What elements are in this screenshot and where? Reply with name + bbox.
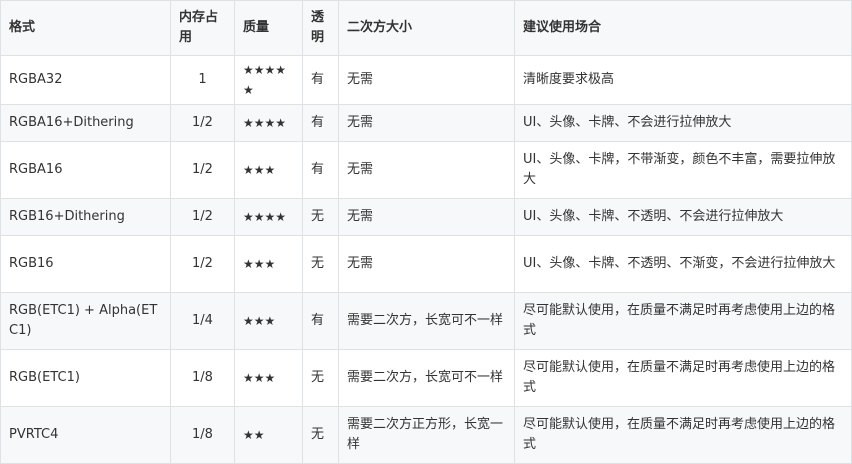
cell-power-of-two: 无需 [338, 198, 515, 236]
cell-format: RGBA16+Dithering [0, 104, 171, 142]
table-header-row: 格式 内存占用 质量 透明 二次方大小 建议使用场合 [0, 0, 852, 56]
cell-power-of-two: 需要二次方，长宽可不一样 [338, 292, 515, 350]
cell-format: RGBA16 [0, 141, 171, 199]
cell-power-of-two: 无需 [338, 235, 515, 293]
cell-quality: ★★★ [234, 141, 303, 199]
table-row: RGB16 1/2 ★★★ 无 无需 UI、头像、卡牌、不透明、不渐变，不会进行… [0, 235, 852, 293]
cell-memory: 1/2 [170, 235, 235, 293]
cell-memory: 1/2 [170, 104, 235, 142]
cell-quality: ★★★ [234, 349, 303, 407]
cell-recommended-use: UI、头像、卡牌、不透明、不渐变，不会进行拉伸放大 [514, 235, 852, 293]
cell-recommended-use: 尽可能默认使用，在质量不满足时再考虑使用上边的格式 [514, 349, 852, 407]
cell-quality: ★★★ [234, 292, 303, 350]
header-format: 格式 [0, 0, 171, 56]
cell-format: RGB(ETC1) [0, 349, 171, 407]
cell-quality: ★★★★ [234, 104, 303, 142]
table-row: RGB16+Dithering 1/2 ★★★★ 无 无需 UI、头像、卡牌、不… [0, 198, 852, 236]
cell-memory: 1/4 [170, 292, 235, 350]
cell-format: RGB16+Dithering [0, 198, 171, 236]
cell-transparency: 无 [302, 235, 339, 293]
header-memory: 内存占用 [170, 0, 235, 56]
cell-transparency: 有 [302, 292, 339, 350]
table-row: RGBA16+Dithering 1/2 ★★★★ 有 无需 UI、头像、卡牌、… [0, 104, 852, 142]
cell-memory: 1/8 [170, 349, 235, 407]
cell-power-of-two: 无需 [338, 104, 515, 142]
cell-quality: ★★ [234, 406, 303, 464]
cell-format: RGBA32 [0, 55, 171, 105]
cell-recommended-use: 清晰度要求极高 [514, 55, 852, 105]
cell-transparency: 有 [302, 55, 339, 105]
cell-power-of-two: 无需 [338, 141, 515, 199]
cell-format: RGB(ETC1) + Alpha(ETC1) [0, 292, 171, 350]
cell-quality: ★★★★ [234, 198, 303, 236]
cell-memory: 1/8 [170, 406, 235, 464]
header-transparency: 透明 [302, 0, 339, 56]
cell-transparency: 无 [302, 406, 339, 464]
cell-memory: 1/2 [170, 141, 235, 199]
header-recommended-use: 建议使用场合 [514, 0, 852, 56]
cell-transparency: 有 [302, 104, 339, 142]
cell-memory: 1 [170, 55, 235, 105]
header-power-of-two: 二次方大小 [338, 0, 515, 56]
cell-recommended-use: UI、头像、卡牌、不会进行拉伸放大 [514, 104, 852, 142]
cell-quality: ★★★ [234, 235, 303, 293]
table-row: PVRTC4 1/8 ★★ 无 需要二次方正方形，长宽一样 尽可能默认使用，在质… [0, 406, 852, 464]
cell-recommended-use: 尽可能默认使用，在质量不满足时再考虑使用上边的格式 [514, 292, 852, 350]
cell-recommended-use: 尽可能默认使用，在质量不满足时再考虑使用上边的格式 [514, 406, 852, 464]
cell-format: PVRTC4 [0, 406, 171, 464]
header-quality: 质量 [234, 0, 303, 56]
cell-format: RGB16 [0, 235, 171, 293]
table-row: RGBA32 1 ★★★★★ 有 无需 清晰度要求极高 [0, 55, 852, 105]
cell-transparency: 无 [302, 349, 339, 407]
cell-power-of-two: 无需 [338, 55, 515, 105]
cell-recommended-use: UI、头像、卡牌、不透明、不会进行拉伸放大 [514, 198, 852, 236]
cell-power-of-two: 需要二次方，长宽可不一样 [338, 349, 515, 407]
format-comparison-table: 格式 内存占用 质量 透明 二次方大小 建议使用场合 RGBA32 1 ★★★★… [0, 0, 852, 464]
cell-power-of-two: 需要二次方正方形，长宽一样 [338, 406, 515, 464]
cell-recommended-use: UI、头像、卡牌，不带渐变，颜色不丰富，需要拉伸放大 [514, 141, 852, 199]
cell-quality: ★★★★★ [234, 55, 303, 105]
table-row: RGB(ETC1) 1/8 ★★★ 无 需要二次方，长宽可不一样 尽可能默认使用… [0, 349, 852, 407]
cell-transparency: 有 [302, 141, 339, 199]
table-row: RGBA16 1/2 ★★★ 有 无需 UI、头像、卡牌，不带渐变，颜色不丰富，… [0, 141, 852, 199]
cell-memory: 1/2 [170, 198, 235, 236]
cell-transparency: 无 [302, 198, 339, 236]
table-row: RGB(ETC1) + Alpha(ETC1) 1/4 ★★★ 有 需要二次方，… [0, 292, 852, 350]
